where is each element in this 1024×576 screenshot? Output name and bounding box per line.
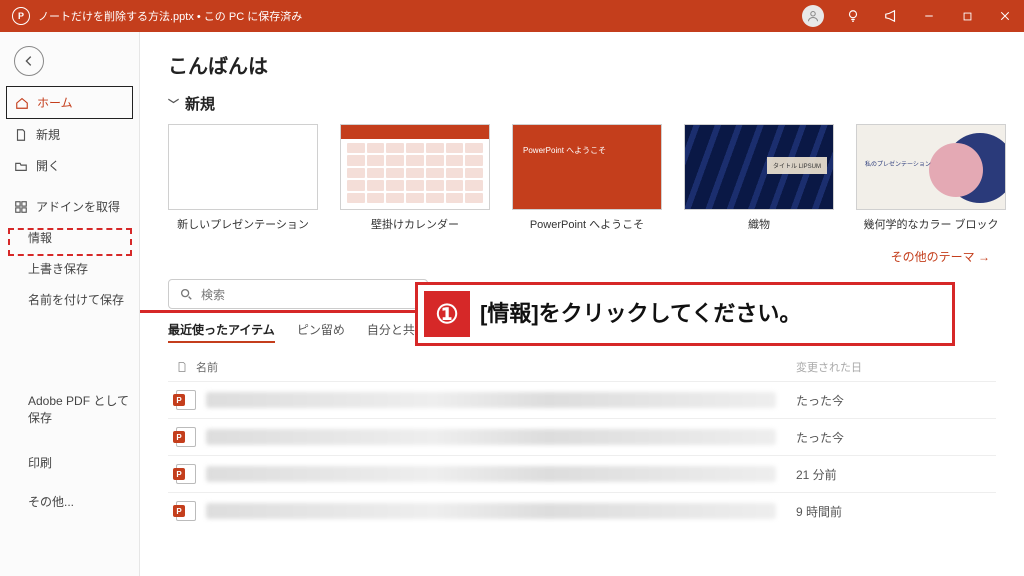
main-content: こんばんは ﹀ 新規 新しいプレゼンテーション 壁掛けカレンダー PowerPo…: [140, 32, 1024, 576]
tab-pinned[interactable]: ピン留め: [297, 321, 345, 343]
tab-recent[interactable]: 最近使ったアイテム: [168, 321, 275, 343]
column-date: 変更された日: [796, 359, 996, 375]
template-blank[interactable]: 新しいプレゼンテーション: [168, 124, 318, 232]
minimize-button[interactable]: [910, 0, 948, 32]
close-button[interactable]: [986, 0, 1024, 32]
sidebar-label: アドインを取得: [36, 198, 120, 215]
window-title: ノートだけを削除する方法.pptx • この PC に保存済み: [38, 8, 302, 24]
folder-open-icon: [14, 159, 28, 173]
sidebar-item-new[interactable]: 新規: [0, 119, 139, 150]
back-button[interactable]: [14, 46, 44, 76]
blurred-filename: [206, 429, 776, 445]
sidebar-label: その他...: [28, 493, 74, 510]
blurred-filename: [206, 503, 776, 519]
sidebar-item-open[interactable]: 開く: [0, 150, 139, 181]
blurred-filename: [206, 466, 776, 482]
more-themes-link[interactable]: その他のテーマ →: [168, 248, 990, 265]
sidebar-label: 情報: [28, 229, 52, 246]
column-name: 名前: [196, 359, 218, 375]
sidebar: ホーム 新規 開く アドインを取得 情報 上書き保存: [0, 32, 140, 576]
chevron-down-icon: ﹀: [168, 96, 179, 112]
file-icon: [14, 128, 28, 142]
recent-file-row[interactable]: 9 時間前: [168, 492, 996, 529]
sidebar-label: ホーム: [37, 94, 73, 111]
maximize-button[interactable]: [948, 0, 986, 32]
home-icon: [15, 96, 29, 110]
file-date: 9 時間前: [796, 503, 996, 520]
megaphone-icon[interactable]: [872, 0, 910, 32]
file-date: たった今: [796, 429, 996, 446]
addins-icon: [14, 200, 28, 214]
titlebar: P ノートだけを削除する方法.pptx • この PC に保存済み: [0, 0, 1024, 32]
sidebar-item-save[interactable]: 上書き保存: [0, 253, 139, 284]
file-date: たった今: [796, 392, 996, 409]
sidebar-label: 新規: [36, 126, 60, 143]
sidebar-item-print[interactable]: 印刷: [0, 447, 139, 478]
annotation-arrow: [140, 310, 418, 313]
app-window: P ノートだけを削除する方法.pptx • この PC に保存済み ホーム 新規…: [0, 0, 1024, 576]
annotation-text: [情報]をクリックしてください。: [480, 299, 801, 329]
pptx-icon: [176, 501, 196, 521]
sidebar-label: 開く: [36, 157, 60, 174]
sidebar-item-adobe-pdf[interactable]: Adobe PDF として保存: [0, 385, 139, 433]
sidebar-item-home[interactable]: ホーム: [6, 86, 133, 119]
pptx-icon: [176, 390, 196, 410]
sidebar-item-saveas[interactable]: 名前を付けて保存: [0, 284, 139, 315]
file-date: 21 分前: [796, 466, 996, 483]
avatar-icon: [802, 5, 824, 27]
recent-file-row[interactable]: たった今: [168, 381, 996, 418]
recent-file-row[interactable]: 21 分前: [168, 455, 996, 492]
template-welcome[interactable]: PowerPoint へようこそ PowerPoint へようこそ: [512, 124, 662, 232]
sidebar-label: 印刷: [28, 454, 52, 471]
template-calendar[interactable]: 壁掛けカレンダー: [340, 124, 490, 232]
annotation-step-number: ①: [424, 291, 470, 337]
greeting-text: こんばんは: [168, 50, 996, 79]
template-geometric[interactable]: 私のプレゼンテーション 幾何学的なカラー ブロック: [856, 124, 1006, 232]
sidebar-item-more[interactable]: その他...: [0, 486, 139, 517]
search-input[interactable]: 検索: [168, 279, 428, 309]
sidebar-label: 名前を付けて保存: [28, 291, 124, 308]
account-button[interactable]: [796, 0, 834, 32]
sidebar-label: Adobe PDF として保存: [28, 392, 129, 426]
list-header: 名前 変更された日: [168, 353, 996, 381]
sidebar-item-info[interactable]: 情報: [0, 222, 139, 253]
template-gallery: 新しいプレゼンテーション 壁掛けカレンダー PowerPoint へようこそ P…: [168, 124, 996, 232]
recent-file-row[interactable]: たった今: [168, 418, 996, 455]
new-section-header[interactable]: ﹀ 新規: [168, 93, 996, 114]
search-icon: [179, 287, 193, 301]
pptx-icon: [176, 464, 196, 484]
annotation-callout: ① [情報]をクリックしてください。: [415, 282, 955, 346]
sidebar-item-addins[interactable]: アドインを取得: [0, 191, 139, 222]
sidebar-label: 上書き保存: [28, 260, 88, 277]
file-icon: [176, 361, 188, 373]
lightbulb-icon[interactable]: [834, 0, 872, 32]
template-fabric[interactable]: タイトル LIPSUM 織物: [684, 124, 834, 232]
app-icon: P: [12, 7, 30, 25]
blurred-filename: [206, 392, 776, 408]
search-placeholder: 検索: [201, 286, 225, 303]
pptx-icon: [176, 427, 196, 447]
